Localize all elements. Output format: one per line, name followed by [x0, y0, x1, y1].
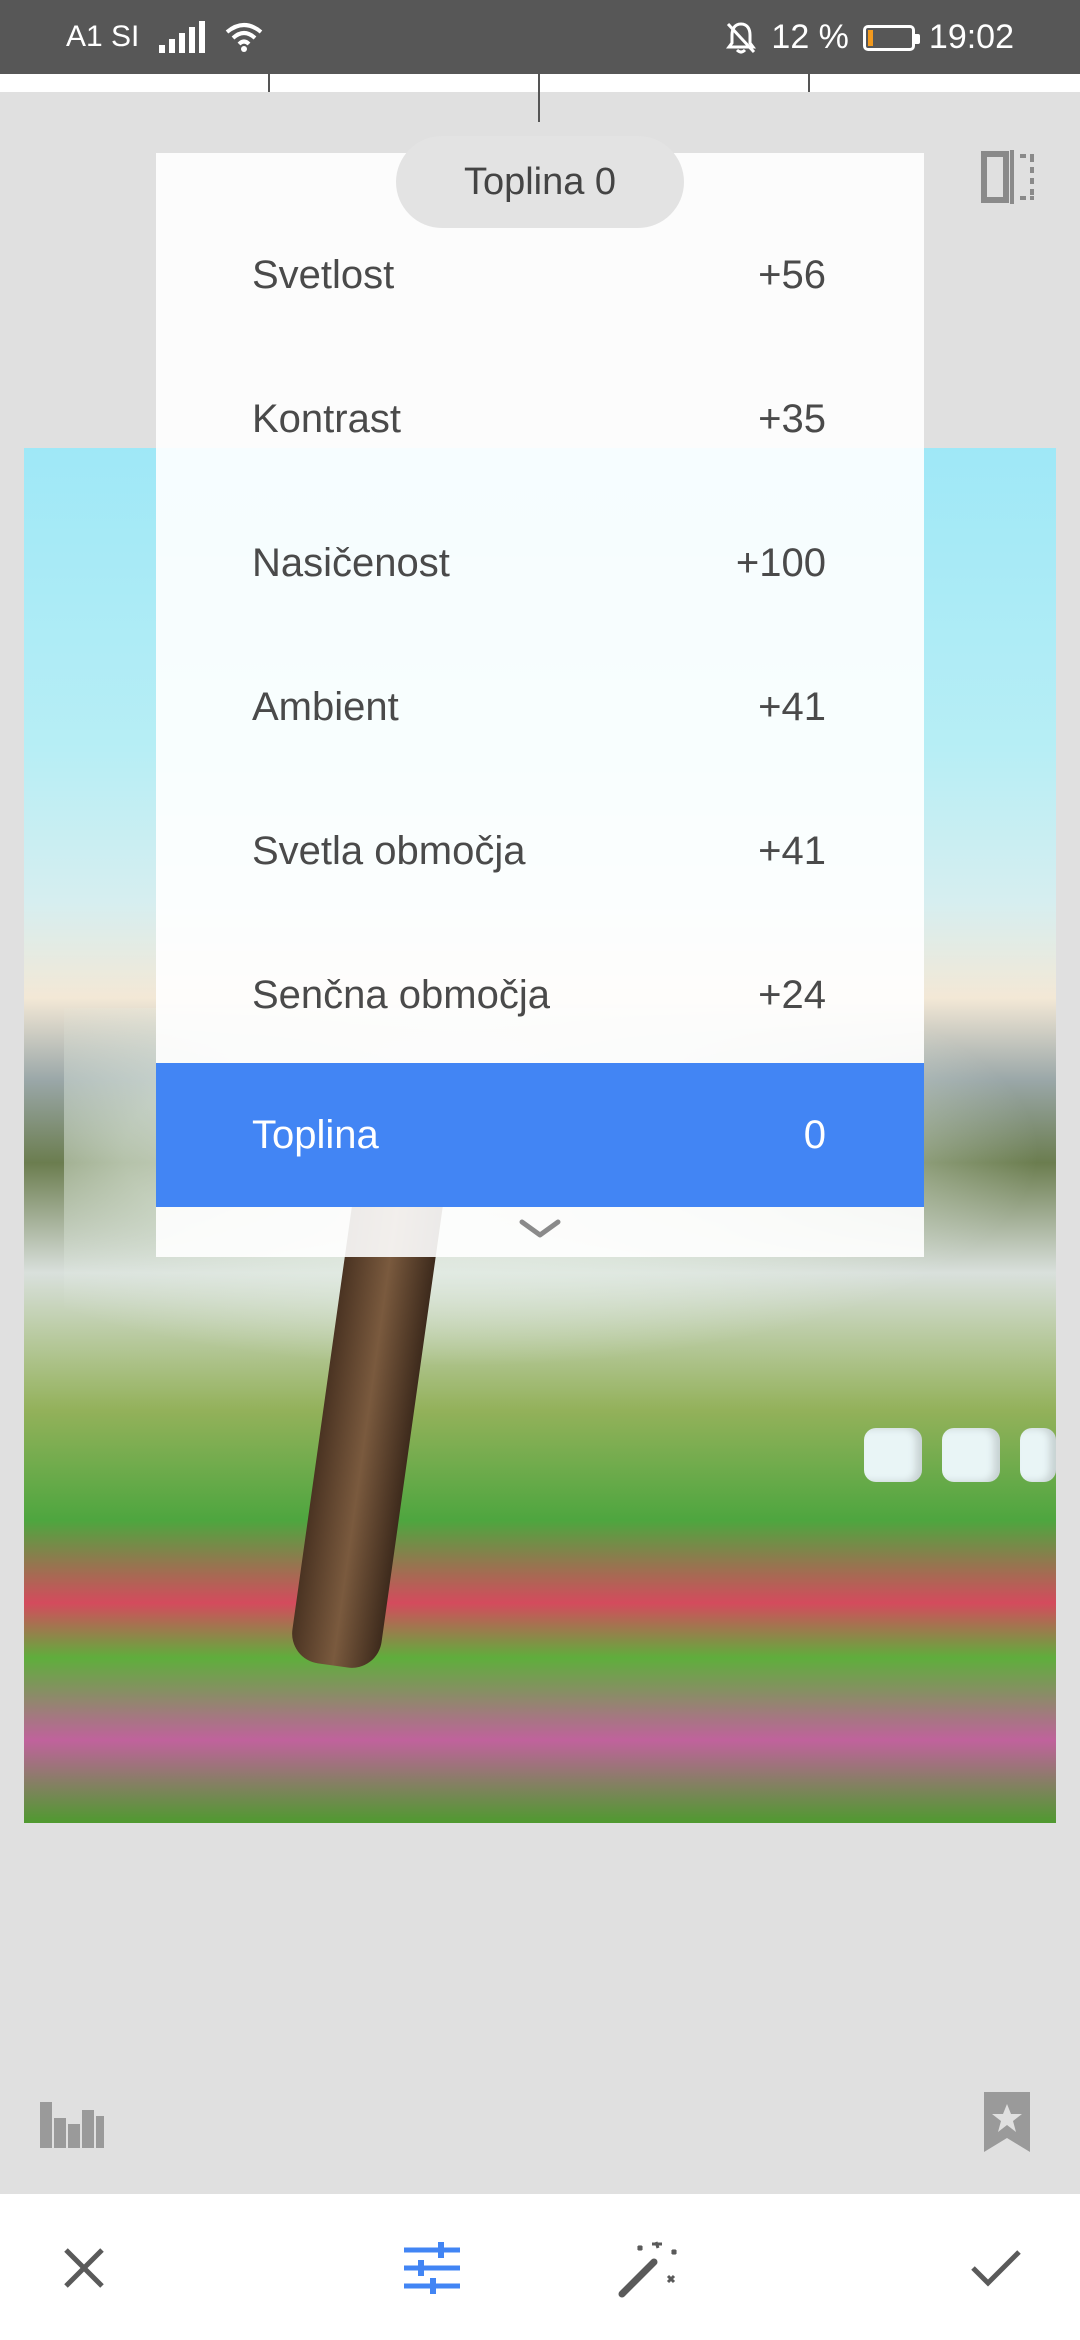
histogram-icon[interactable] [40, 2098, 104, 2148]
adjustment-warmth[interactable]: Toplina 0 [156, 1063, 924, 1207]
adjustment-value: +35 [758, 396, 826, 441]
bottom-toolbar [0, 2194, 1080, 2340]
signal-icon [159, 21, 206, 53]
adjustment-value: +24 [758, 972, 826, 1017]
adjustment-value: +56 [758, 252, 826, 297]
tune-sliders-icon [404, 2242, 460, 2294]
adjustment-label: Nasičenost [252, 540, 450, 585]
carrier-name: A1 SI [66, 20, 140, 53]
status-bar: A1 SI 12 % 19:02 [0, 0, 1080, 74]
adjustment-highlights[interactable]: Svetla območja +41 [156, 779, 924, 923]
tune-button[interactable] [392, 2228, 472, 2308]
chevron-down-icon[interactable] [518, 1218, 562, 1240]
ruler-tick [268, 74, 270, 92]
photo-bale [1020, 1428, 1056, 1482]
adjustment-value: 0 [803, 1112, 826, 1157]
compare-icon[interactable] [980, 148, 1038, 206]
adjustment-value: +100 [735, 540, 826, 585]
adjustment-label: Kontrast [252, 396, 401, 441]
adjustment-contrast[interactable]: Kontrast +35 [156, 347, 924, 491]
battery-percent: 12 % [771, 18, 849, 56]
check-icon [971, 2250, 1021, 2287]
status-right: 12 % 19:02 [725, 18, 1014, 57]
adjustment-label: Svetlost [252, 252, 395, 297]
cancel-button[interactable] [44, 2228, 124, 2308]
adjustment-shadows[interactable]: Senčna območja +24 [156, 923, 924, 1067]
adjustment-label: Senčna območja [252, 972, 550, 1017]
top-strip [0, 74, 1080, 92]
wifi-icon [226, 23, 263, 52]
close-icon [64, 2248, 104, 2288]
photo-bale [942, 1428, 1000, 1482]
apply-button[interactable] [956, 2228, 1036, 2308]
adjustment-label: Toplina [252, 1112, 379, 1157]
status-left: A1 SI [66, 20, 263, 54]
adjustment-value: +41 [758, 828, 826, 873]
clock: 19:02 [928, 18, 1014, 56]
ruler-tick [808, 74, 810, 92]
adjustment-value: +41 [758, 684, 826, 729]
battery-fill [867, 29, 873, 46]
bell-muted-icon [726, 21, 757, 53]
adjustment-label: Ambient [252, 684, 399, 729]
adjustment-label: Svetla območja [252, 828, 526, 873]
adjustment-saturation[interactable]: Nasičenost +100 [156, 491, 924, 635]
battery-icon [862, 24, 920, 51]
bookmark-star-icon[interactable] [984, 2092, 1030, 2152]
photo-bale [864, 1428, 922, 1482]
auto-enhance-button[interactable] [608, 2228, 688, 2308]
adjustment-brightness[interactable]: Svetlost +56 [156, 203, 924, 347]
adjustment-ambiance[interactable]: Ambient +41 [156, 635, 924, 779]
ruler-tick-center [538, 74, 540, 122]
magic-wand-icon [618, 2241, 678, 2298]
